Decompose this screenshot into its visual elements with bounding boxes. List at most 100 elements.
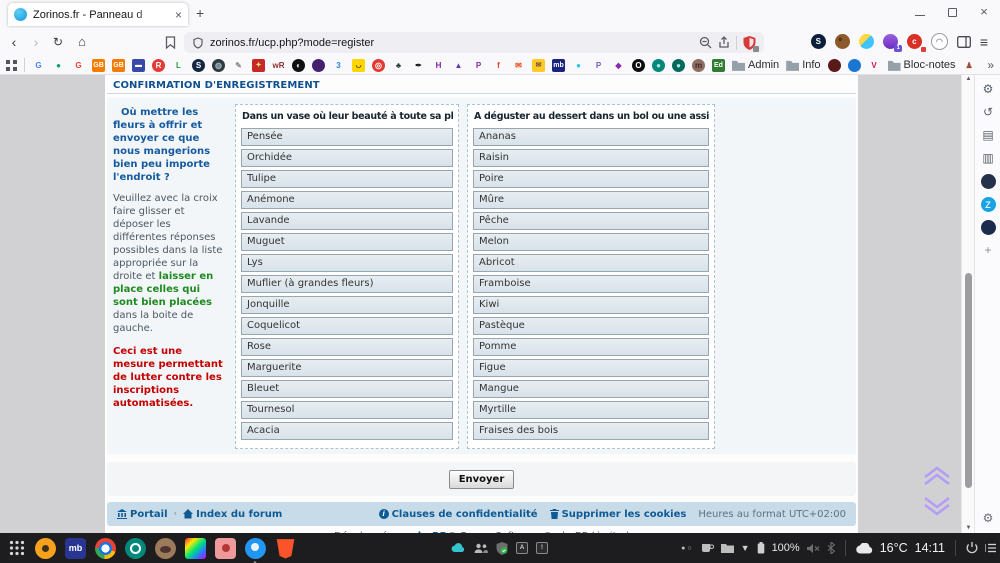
side-panel-icon[interactable]: [981, 174, 996, 189]
dropzone-fruits[interactable]: A déguster au dessert dans un bol ou une…: [467, 104, 715, 449]
draggable-item[interactable]: Lys: [241, 254, 453, 272]
draggable-item[interactable]: Marguerite: [241, 359, 453, 377]
bookmark-item[interactable]: mb: [552, 59, 565, 72]
bookmark-item[interactable]: ♟: [963, 59, 976, 72]
tab-close-icon[interactable]: ×: [175, 8, 182, 22]
bookmark-item[interactable]: ♣: [392, 59, 405, 72]
draggable-item[interactable]: Figue: [473, 359, 709, 377]
draggable-item[interactable]: Fraises des bois: [473, 422, 709, 440]
bookmark-item[interactable]: G: [32, 59, 45, 72]
bookmarks-grid-icon[interactable]: [6, 60, 17, 71]
bookmark-item[interactable]: P: [592, 59, 605, 72]
draggable-item[interactable]: Kiwi: [473, 296, 709, 314]
bookmark-item[interactable]: ◆: [612, 59, 625, 72]
draggable-item[interactable]: Tulipe: [241, 170, 453, 188]
portal-link[interactable]: Portail: [117, 509, 168, 520]
bookmark-item[interactable]: Info: [786, 59, 820, 72]
draggable-item[interactable]: Muguet: [241, 233, 453, 251]
bookmark-item[interactable]: m: [692, 59, 705, 72]
extension-icon-1[interactable]: S: [811, 34, 826, 49]
bookmark-item[interactable]: ✉: [512, 59, 525, 72]
side-panel-icon[interactable]: ▤: [981, 128, 996, 143]
power-icon[interactable]: [966, 542, 978, 554]
close-button[interactable]: ×: [978, 6, 990, 18]
draggable-item[interactable]: Coquelicot: [241, 317, 453, 335]
delete-cookies-link[interactable]: Supprimer les cookies: [550, 509, 687, 520]
taskbar-app-icon[interactable]: mb: [65, 538, 86, 559]
dropzone-flowers[interactable]: Dans un vase où leur beauté à toute sa p…: [235, 104, 459, 449]
draggable-item[interactable]: Ananas: [473, 128, 709, 146]
bookmark-item[interactable]: ●: [672, 59, 685, 72]
tray-badge-excl[interactable]: !: [536, 542, 548, 554]
extension-icon-4[interactable]: c: [907, 34, 922, 49]
bookmark-item[interactable]: GB: [92, 59, 105, 72]
draggable-item[interactable]: Myrtille: [473, 401, 709, 419]
volume-muted-icon[interactable]: [807, 543, 820, 554]
bookmark-item[interactable]: S: [192, 59, 205, 72]
taskbar-app-icon[interactable]: [95, 538, 116, 559]
extension-icon-3[interactable]: 1: [883, 34, 898, 49]
weather-cloud-icon[interactable]: [856, 543, 873, 554]
draggable-item[interactable]: Jonquille: [241, 296, 453, 314]
network-icon[interactable]: ▼: [741, 543, 750, 553]
submit-button[interactable]: Envoyer: [449, 470, 515, 489]
bookmark-item[interactable]: ✉: [532, 59, 545, 72]
bookmark-icon[interactable]: [165, 36, 176, 49]
bookmark-item[interactable]: [848, 59, 861, 72]
people-icon[interactable]: [474, 543, 488, 554]
bluetooth-icon[interactable]: [827, 542, 835, 554]
paw-extension-icon[interactable]: ◠: [931, 33, 948, 50]
browser-tab[interactable]: Zorinos.fr - Panneau d ×: [8, 3, 188, 26]
home-button[interactable]: ⌂: [72, 32, 92, 52]
draggable-item[interactable]: Pêche: [473, 212, 709, 230]
bookmark-item[interactable]: ◍: [212, 59, 225, 72]
tray-badge-a[interactable]: A: [516, 542, 528, 554]
zoom-out-icon[interactable]: [699, 36, 712, 49]
bookmark-item[interactable]: R: [152, 59, 165, 72]
draggable-item[interactable]: Mûre: [473, 191, 709, 209]
bookmark-item[interactable]: Admin: [732, 59, 779, 72]
draggable-item[interactable]: Orchidée: [241, 149, 453, 167]
site-permissions-icon[interactable]: [192, 37, 204, 49]
bookmark-item[interactable]: Bloc-notes: [888, 59, 956, 72]
draggable-item[interactable]: Acacia: [241, 422, 453, 440]
draggable-item[interactable]: Abricot: [473, 254, 709, 272]
draggable-item[interactable]: Melon: [473, 233, 709, 251]
side-panel-icon[interactable]: +: [981, 243, 996, 258]
draggable-item[interactable]: Mangue: [473, 380, 709, 398]
bookmark-item[interactable]: ▲: [452, 59, 465, 72]
url-bar[interactable]: zorinos.fr/ucp.php?mode=register: [184, 32, 764, 53]
bookmark-item[interactable]: V: [868, 59, 881, 72]
draggable-item[interactable]: Pastèque: [473, 317, 709, 335]
bookmark-item[interactable]: ◎: [372, 59, 385, 72]
minimize-button[interactable]: [914, 6, 926, 18]
bookmark-item[interactable]: 3: [332, 59, 345, 72]
forward-button[interactable]: ›: [26, 32, 46, 52]
shield-check-icon[interactable]: [496, 542, 508, 555]
scrollbar-thumb[interactable]: [965, 273, 972, 488]
side-panel-icon[interactable]: ⚙: [981, 82, 996, 97]
bookmark-item[interactable]: wR: [272, 59, 285, 72]
side-panel-icon[interactable]: [981, 220, 996, 235]
menu-icon[interactable]: ≡: [980, 34, 988, 50]
draggable-item[interactable]: Bleuet: [241, 380, 453, 398]
bookmark-item[interactable]: G: [72, 59, 85, 72]
notifications-menu-icon[interactable]: [985, 543, 996, 553]
folder-icon[interactable]: [721, 543, 734, 553]
draggable-item[interactable]: Raisin: [473, 149, 709, 167]
bookmark-item[interactable]: Ed: [712, 59, 725, 72]
draggable-item[interactable]: Poire: [473, 170, 709, 188]
bookmark-item[interactable]: ✎: [232, 59, 245, 72]
draggable-item[interactable]: Muflier (à grandes fleurs): [241, 275, 453, 293]
bookmark-item[interactable]: O: [632, 59, 645, 72]
restore-button[interactable]: [946, 6, 958, 18]
sidebar-toggle-icon[interactable]: [957, 36, 971, 48]
bookmark-item[interactable]: H: [432, 59, 445, 72]
draggable-item[interactable]: Pensée: [241, 128, 453, 146]
temperature-text[interactable]: 16°C: [880, 541, 908, 555]
scroll-to-top-button[interactable]: [920, 465, 954, 487]
new-tab-button[interactable]: +: [196, 5, 204, 21]
forum-index-link[interactable]: Index du forum: [183, 509, 282, 520]
taskbar-app-icon[interactable]: [35, 538, 56, 559]
taskbar-app-icon[interactable]: [215, 538, 236, 559]
